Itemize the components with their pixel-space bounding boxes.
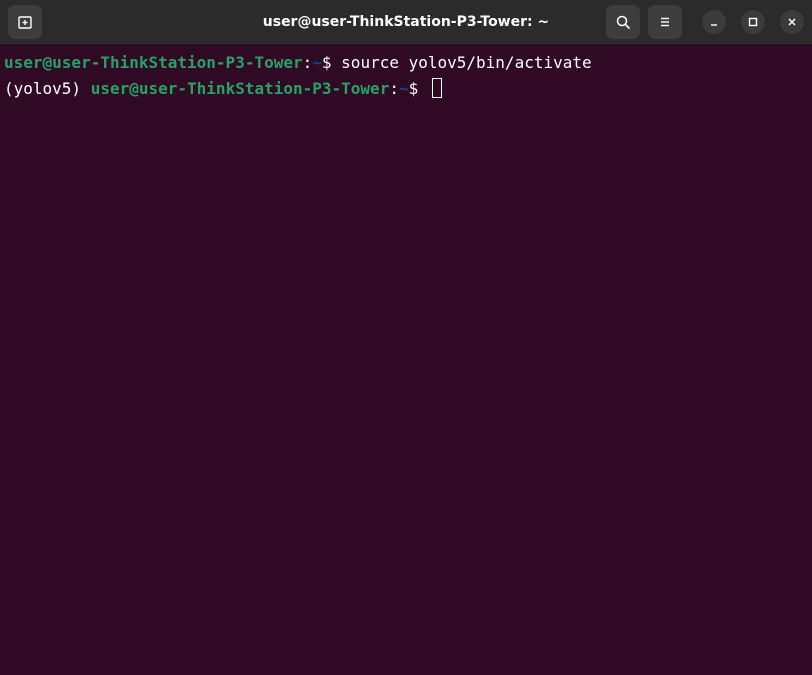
title-bar[interactable]: user@user-ThinkStation-P3-Tower: ~ [0,0,812,45]
new-tab-button[interactable] [8,5,42,39]
search-button[interactable] [606,5,640,39]
close-button[interactable] [780,10,804,34]
prompt-path: ~ [312,53,322,72]
minimize-icon [711,24,717,26]
command-text: source yolov5/bin/activate [341,53,592,72]
prompt-colon: : [389,79,399,98]
window-title: user@user-ThinkStation-P3-Tower: ~ [262,14,550,30]
terminal-window: user@user-ThinkStation-P3-Tower: ~ user@… [0,0,812,675]
prompt-symbol: $ [321,53,342,72]
prompt-user-host: user@user-ThinkStation-P3-Tower [90,79,390,98]
terminal-output[interactable]: user@user-ThinkStation-P3-Tower:~$ sourc… [0,45,812,675]
minimize-button[interactable] [702,10,726,34]
prompt-symbol: $ [408,79,428,98]
close-icon [788,18,796,26]
prompt-path: ~ [398,79,409,98]
maximize-icon [748,17,758,27]
new-tab-icon [18,16,32,29]
prompt-colon: : [302,53,313,72]
text-cursor[interactable] [431,78,442,98]
prompt-user-host: user@user-ThinkStation-P3-Tower [4,53,303,72]
menu-button[interactable] [648,5,682,39]
terminal-line: (yolov5) user@user-ThinkStation-P3-Tower… [4,76,812,102]
terminal-line: user@user-ThinkStation-P3-Tower:~$ sourc… [4,50,812,76]
venv-prefix: (yolov5) [4,79,91,98]
search-icon [616,15,630,29]
hamburger-menu-icon [661,17,669,27]
maximize-button[interactable] [741,10,765,34]
